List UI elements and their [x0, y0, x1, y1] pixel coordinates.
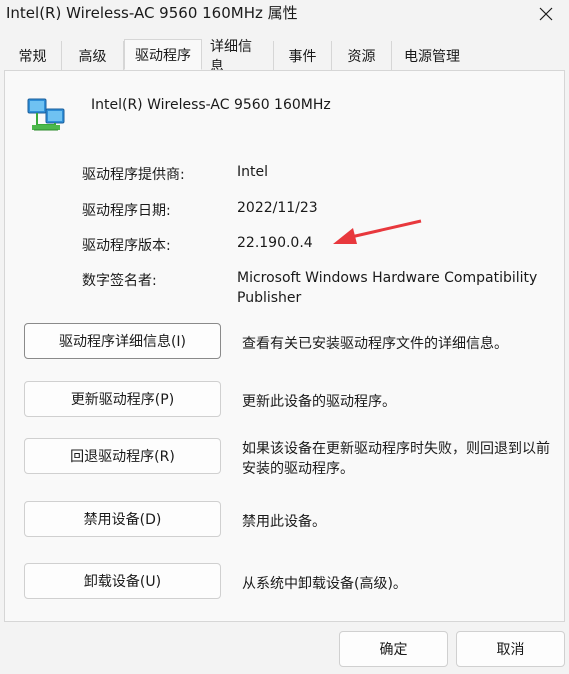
driver-tab-panel: Intel(R) Wireless-AC 9560 160MHz 驱动程序提供商…	[4, 70, 565, 622]
tab-details[interactable]: 详细信息	[202, 39, 274, 75]
network-adapter-icon	[27, 98, 65, 131]
device-name: Intel(R) Wireless-AC 9560 160MHz	[91, 97, 331, 113]
driver-details-button[interactable]: 驱动程序详细信息(I)	[24, 323, 221, 359]
date-value: 2022/11/23	[237, 200, 318, 216]
signer-label: 数字签名者:	[82, 273, 157, 289]
update-driver-button[interactable]: 更新驱动程序(P)	[24, 381, 221, 417]
tab-general[interactable]: 常规	[4, 41, 62, 70]
rollback-driver-button[interactable]: 回退驱动程序(R)	[24, 438, 221, 474]
tab-driver[interactable]: 驱动程序	[124, 39, 202, 70]
date-label: 驱动程序日期:	[82, 203, 171, 219]
signer-value: Microsoft Windows Hardware Compatibility…	[237, 270, 538, 306]
driver-details-description: 查看有关已安装驱动程序文件的详细信息。	[242, 336, 508, 352]
version-label: 驱动程序版本:	[82, 238, 171, 254]
tab-resources[interactable]: 资源	[332, 41, 392, 70]
tab-events[interactable]: 事件	[274, 41, 332, 70]
close-button[interactable]	[523, 0, 569, 28]
properties-dialog: Intel(R) Wireless-AC 9560 160MHz 属性 常规 高…	[0, 0, 569, 674]
disable-device-description: 禁用此设备。	[242, 514, 326, 530]
window-title: Intel(R) Wireless-AC 9560 160MHz 属性	[6, 4, 298, 22]
provider-label: 驱动程序提供商:	[82, 167, 185, 183]
uninstall-device-description: 从系统中卸载设备(高级)。	[242, 576, 407, 592]
tab-advanced[interactable]: 高级	[62, 41, 124, 70]
cancel-button[interactable]: 取消	[456, 631, 565, 667]
provider-value: Intel	[237, 164, 268, 180]
disable-device-button[interactable]: 禁用设备(D)	[24, 501, 221, 537]
tab-strip: 常规 高级 驱动程序 详细信息 事件 资源 电源管理	[4, 39, 472, 75]
ok-button[interactable]: 确定	[339, 631, 448, 667]
tab-power-management[interactable]: 电源管理	[392, 41, 472, 70]
close-icon	[539, 7, 553, 21]
rollback-driver-description: 如果该设备在更新驱动程序时失败，则回退到以前安装的驱动程序。	[242, 441, 550, 477]
update-driver-description: 更新此设备的驱动程序。	[242, 394, 396, 410]
red-arrow-icon	[333, 219, 422, 244]
uninstall-device-button[interactable]: 卸载设备(U)	[24, 563, 221, 599]
title-bar: Intel(R) Wireless-AC 9560 160MHz 属性	[0, 0, 569, 32]
